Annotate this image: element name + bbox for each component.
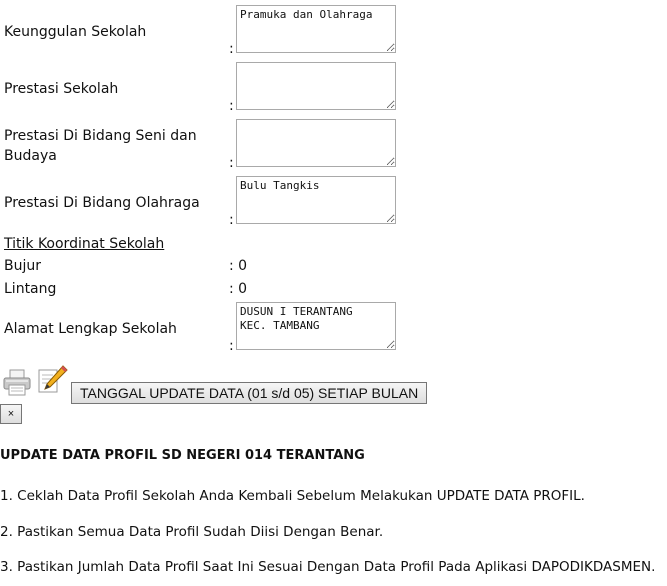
colon: :: [229, 212, 234, 228]
alamat-textarea[interactable]: [236, 302, 396, 350]
notice-item: 2. Pastikan Semua Data Profil Sudah Diis…: [0, 524, 384, 540]
lintang-value: : 0: [229, 281, 248, 297]
update-date-button[interactable]: TANGGAL UPDATE DATA (01 s/d 05) SETIAP B…: [71, 382, 428, 404]
bujur-value: : 0: [229, 258, 248, 274]
printer-icon[interactable]: [2, 367, 32, 397]
lintang-label: Lintang: [4, 281, 57, 297]
alamat-label: Alamat Lengkap Sekolah: [4, 321, 177, 337]
colon: :: [229, 98, 234, 114]
colon: :: [229, 155, 234, 171]
prestasi-olahraga-textarea[interactable]: [236, 176, 396, 224]
notice-item: 1. Ceklah Data Profil Sekolah Anda Kemba…: [0, 488, 585, 504]
colon: :: [229, 41, 234, 57]
prestasi-sekolah-textarea[interactable]: [236, 62, 396, 110]
prestasi-seni-textarea[interactable]: [236, 119, 396, 167]
bujur-label: Bujur: [4, 258, 41, 274]
prestasi-sekolah-label: Prestasi Sekolah: [4, 81, 119, 97]
keunggulan-label: Keunggulan Sekolah: [4, 24, 147, 40]
prestasi-olahraga-label: Prestasi Di Bidang Olahraga: [4, 195, 200, 211]
pencil-icon[interactable]: [36, 364, 68, 396]
close-button[interactable]: ×: [0, 404, 22, 424]
notice-item: 3. Pastikan Jumlah Data Profil Saat Ini …: [0, 559, 656, 575]
prestasi-seni-label: Prestasi Di Bidang Seni dan Budaya: [4, 128, 197, 164]
notice-heading: UPDATE DATA PROFIL SD NEGERI 014 TERANTA…: [0, 448, 365, 463]
colon: :: [229, 338, 234, 354]
koordinat-title: Titik Koordinat Sekolah: [4, 236, 165, 252]
keunggulan-textarea[interactable]: [236, 5, 396, 53]
